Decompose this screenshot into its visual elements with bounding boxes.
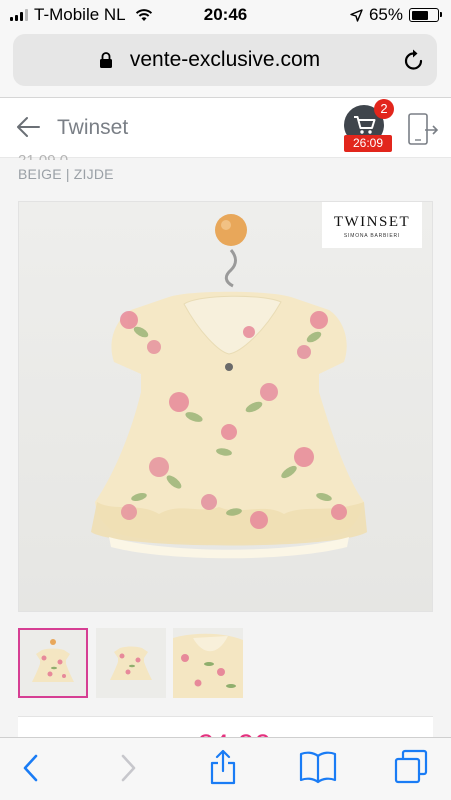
share-icon[interactable]	[208, 748, 238, 786]
thumbnail-3[interactable]	[173, 628, 243, 698]
product-price-partial: 21.09.0	[18, 152, 68, 160]
product-color-material: BEIGE | ZIJDE	[18, 166, 114, 182]
status-bar: T-Mobile NL 20:46 65%	[0, 0, 451, 30]
shopping-cart-icon	[354, 116, 376, 134]
brand-logo-text: TWINSET	[333, 214, 411, 230]
cart-timer: 26:09	[344, 135, 392, 152]
thumbnail-detail-image	[173, 628, 243, 698]
dress-photo	[19, 202, 432, 611]
page: T-Mobile NL 20:46 65% vente-exclusive.co…	[0, 0, 451, 800]
browser-toolbar	[0, 737, 451, 800]
thumbnail-dress-image	[20, 630, 86, 696]
page-title: Twinset	[57, 116, 129, 139]
battery-fill	[411, 10, 428, 20]
arrow-left-icon[interactable]	[15, 115, 41, 139]
cart-button[interactable]: 2 26:09	[344, 99, 394, 153]
tabs-icon[interactable]	[393, 749, 429, 785]
url-text: vente-exclusive.com	[129, 48, 321, 71]
thumbnail-1[interactable]	[18, 628, 88, 698]
brand-logo-subtext: SIMONA BARBIERI	[343, 233, 401, 239]
battery-icon	[409, 8, 442, 22]
battery-percent: 65%	[368, 5, 403, 24]
status-right: 65%	[350, 5, 442, 25]
chevron-right-icon[interactable]	[117, 752, 139, 784]
thumbnail-2[interactable]	[96, 628, 166, 698]
chevron-left-icon[interactable]	[20, 752, 42, 784]
thumbnail-dress-image	[96, 628, 166, 698]
cart-count-badge: 2	[374, 99, 394, 119]
reload-icon[interactable]	[403, 48, 425, 72]
browser-chrome: vente-exclusive.com	[0, 30, 451, 98]
bookmarks-icon[interactable]	[299, 750, 337, 784]
site-header: Twinset 2 26:09	[0, 98, 451, 158]
product-image[interactable]: TWINSET SIMONA BARBIERI	[18, 201, 433, 612]
location-arrow-icon	[350, 8, 363, 22]
brand-logo: TWINSET SIMONA BARBIERI	[322, 202, 422, 248]
address-bar[interactable]: vente-exclusive.com	[13, 34, 437, 86]
device-switch-icon[interactable]	[407, 112, 439, 146]
